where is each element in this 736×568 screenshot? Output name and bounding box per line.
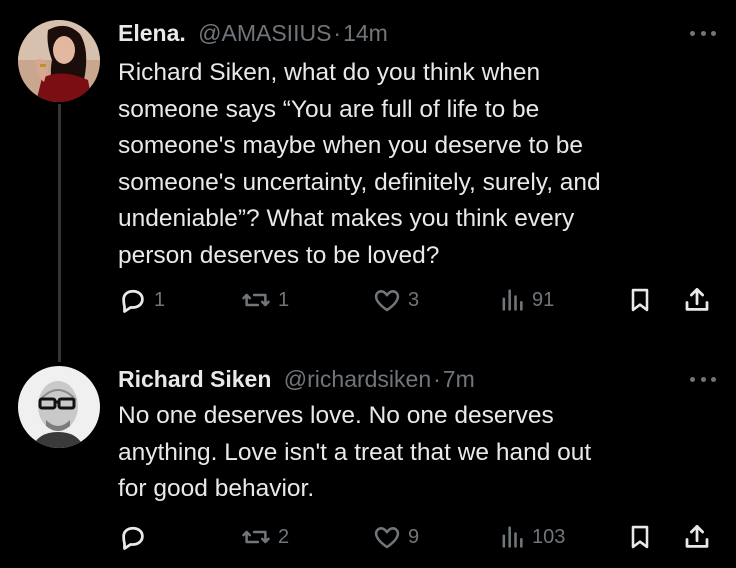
avatar-richard-siken-image [18, 366, 100, 448]
separator-dot: · [433, 366, 441, 392]
tweet-actions: 2 9 103 [0, 522, 736, 554]
heart-icon [374, 527, 400, 549]
like-button[interactable]: 9 [372, 522, 419, 552]
share-button[interactable] [682, 285, 712, 315]
views-icon [502, 289, 523, 311]
share-icon [685, 288, 709, 311]
reply-icon [122, 526, 144, 550]
like-count: 9 [408, 525, 420, 548]
thread-line [58, 104, 61, 362]
tweet-actions: 1 1 3 91 [0, 285, 736, 317]
views-button[interactable]: 91 [498, 285, 554, 315]
repost-icon [242, 530, 270, 544]
reply-button[interactable]: 1 [118, 285, 165, 315]
bookmark-icon [631, 525, 649, 549]
repost-count: 2 [278, 525, 290, 548]
reply-button[interactable] [118, 522, 154, 552]
repost-button[interactable]: 2 [240, 522, 289, 552]
tweet-header: Richard Siken @richardsiken·7m [118, 364, 475, 394]
tweet-richard-siken[interactable]: Richard Siken @richardsiken·7m No one de… [0, 360, 736, 568]
tweet-header: Elena. @AMASIIUS·14m [118, 18, 388, 48]
reply-count: 1 [154, 288, 166, 311]
author-handle[interactable]: @AMASIIUS [198, 20, 331, 46]
bookmark-icon [631, 288, 649, 312]
reply-icon [122, 289, 144, 313]
repost-icon [242, 293, 270, 307]
avatar-elena-image [18, 20, 100, 102]
heart-icon [374, 290, 400, 312]
bookmark-button[interactable] [626, 522, 654, 552]
tweet-text: Richard Siken, what do you think when so… [118, 59, 601, 269]
timestamp[interactable]: 14m [343, 20, 388, 46]
views-count: 91 [532, 288, 555, 311]
author-handle[interactable]: @richardsiken [284, 366, 431, 392]
separator-dot: · [333, 20, 342, 46]
author-name[interactable]: Richard Siken [118, 366, 271, 392]
repost-count: 1 [278, 288, 290, 311]
share-icon [685, 525, 709, 548]
timestamp[interactable]: 7m [443, 366, 475, 392]
bookmark-button[interactable] [626, 285, 654, 315]
avatar-elena[interactable] [18, 20, 100, 102]
tweet-elena[interactable]: Elena. @AMASIIUS·14m Richard Siken, what… [0, 0, 736, 362]
author-name[interactable]: Elena. [118, 20, 186, 46]
more-icon[interactable] [690, 29, 716, 37]
repost-button[interactable]: 1 [240, 285, 289, 315]
views-icon [502, 526, 523, 548]
views-count: 103 [532, 525, 566, 548]
tweet-text: No one deserves love. No one deserves an… [118, 402, 592, 502]
views-button[interactable]: 103 [498, 522, 565, 552]
like-count: 3 [408, 288, 420, 311]
more-icon[interactable] [690, 375, 716, 383]
avatar-richard-siken[interactable] [18, 366, 100, 448]
like-button[interactable]: 3 [372, 285, 419, 315]
share-button[interactable] [682, 522, 712, 552]
